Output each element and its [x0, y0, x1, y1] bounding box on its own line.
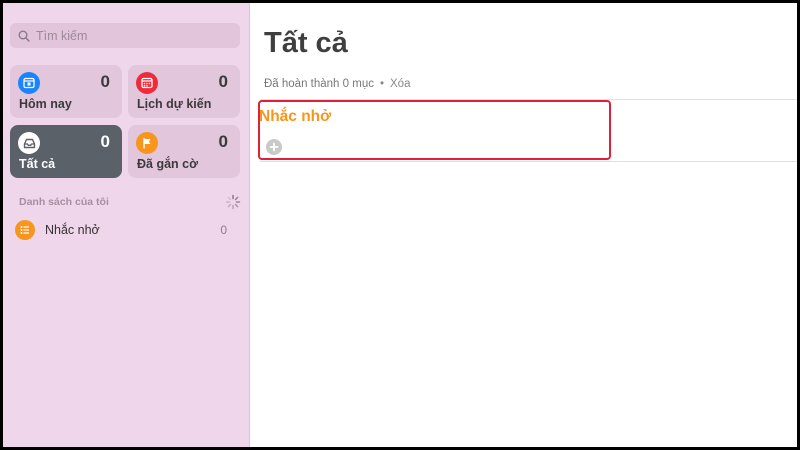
- completed-summary: Đã hoàn thành 0 mục • Xóa: [264, 78, 410, 90]
- my-lists-header: Danh sách của tôi: [19, 196, 109, 208]
- search-icon: [18, 30, 30, 42]
- sidebar: 0 Hôm nay 0 Lịch dự kiến: [3, 3, 250, 447]
- calendar-icon: [136, 72, 158, 94]
- smart-list-count: 0: [218, 72, 228, 91]
- search-field[interactable]: [10, 23, 240, 48]
- divider: [260, 161, 797, 162]
- search-input[interactable]: [30, 28, 226, 43]
- separator-dot: •: [379, 78, 384, 90]
- smart-list-count: 0: [100, 72, 110, 91]
- group-title: Nhắc nhở: [259, 108, 332, 125]
- smart-list-scheduled[interactable]: 0 Lịch dự kiến: [128, 65, 240, 118]
- smart-list-label: Tất cả: [19, 157, 56, 171]
- flag-icon: [136, 132, 158, 154]
- smart-list-label: Hôm nay: [19, 97, 72, 111]
- smart-list-label: Lịch dự kiến: [137, 97, 212, 111]
- smart-list-count: 0: [218, 132, 228, 151]
- page-title: Tất cả: [264, 27, 348, 59]
- completed-count-text: Đã hoàn thành 0 mục: [264, 78, 374, 90]
- main-content: Tất cả Đã hoàn thành 0 mục • Xóa Nhắc nh…: [250, 3, 797, 447]
- clear-completed-button[interactable]: Xóa: [390, 78, 410, 90]
- smart-list-today[interactable]: 0 Hôm nay: [10, 65, 122, 118]
- plus-icon: [269, 142, 279, 152]
- smart-list-count: 0: [100, 132, 110, 151]
- list-item-count: 0: [220, 223, 227, 237]
- add-reminder-button[interactable]: [266, 139, 282, 155]
- smart-list-label: Đã gắn cờ: [137, 157, 198, 171]
- list-item-reminders[interactable]: Nhắc nhở 0: [15, 217, 241, 243]
- smart-list-flagged[interactable]: 0 Đã gắn cờ: [128, 125, 240, 178]
- calendar-today-icon: [18, 72, 40, 94]
- loading-spinner-icon: [225, 194, 241, 210]
- smart-list-all[interactable]: 0 Tất cả: [10, 125, 122, 178]
- list-bullet-icon: [15, 220, 35, 240]
- list-item-name: Nhắc nhở: [45, 223, 100, 237]
- reminders-window: 0 Hôm nay 0 Lịch dự kiến: [3, 3, 797, 447]
- tray-icon: [18, 132, 40, 154]
